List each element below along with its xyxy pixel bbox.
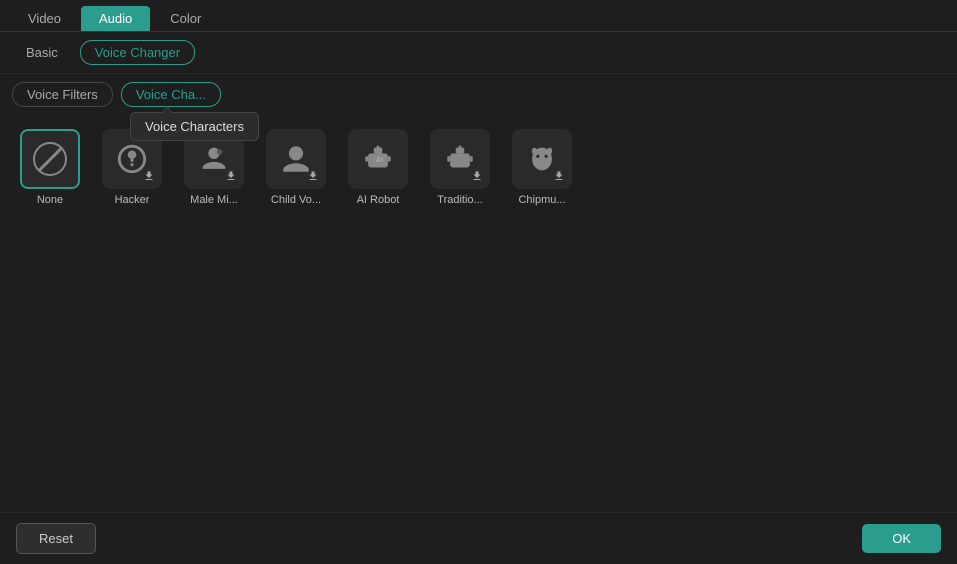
hacker-download-badge — [142, 169, 156, 183]
download-icon — [307, 170, 319, 182]
traditio-download-badge — [470, 169, 484, 183]
char-child-vo[interactable]: Child Vo... — [260, 129, 332, 206]
char-traditio[interactable]: Traditio... — [424, 129, 496, 206]
subtab-basic[interactable]: Basic — [12, 40, 72, 65]
char-traditio-label: Traditio... — [437, 194, 482, 206]
reset-button[interactable]: Reset — [16, 523, 96, 554]
top-tabs: Video Audio Color — [0, 0, 957, 32]
char-ai-robot-label: AI Robot — [357, 194, 400, 206]
char-hacker-icon — [102, 129, 162, 189]
tab-video[interactable]: Video — [10, 6, 79, 31]
download-icon — [553, 170, 565, 182]
filter-tabs-container: Voice Filters Voice Cha... Voice Charact… — [0, 74, 957, 115]
chipmunk-download-badge — [552, 169, 566, 183]
svg-text:AI: AI — [376, 156, 383, 164]
char-hacker-label: Hacker — [115, 194, 150, 206]
tab-color[interactable]: Color — [152, 6, 219, 31]
char-ai-robot[interactable]: AI AI Robot — [342, 129, 414, 206]
char-male-mi-icon — [184, 129, 244, 189]
char-none-label: None — [37, 194, 63, 206]
char-traditio-icon — [430, 129, 490, 189]
char-ai-robot-icon: AI — [348, 129, 408, 189]
filter-voice-characters[interactable]: Voice Cha... — [121, 82, 221, 107]
char-child-vo-icon — [266, 129, 326, 189]
subtab-voice-changer[interactable]: Voice Changer — [80, 40, 195, 65]
char-chipmunk[interactable]: Chipmu... — [506, 129, 578, 206]
ok-button[interactable]: OK — [862, 524, 941, 553]
download-icon — [143, 170, 155, 182]
tab-audio[interactable]: Audio — [81, 6, 150, 31]
filter-voice-filters[interactable]: Voice Filters — [12, 82, 113, 107]
char-male-mi-label: Male Mi... — [190, 194, 238, 206]
bottom-bar: Reset OK — [0, 512, 957, 564]
download-icon — [225, 170, 237, 182]
char-male-mi[interactable]: Male Mi... — [178, 129, 250, 206]
download-icon — [471, 170, 483, 182]
sub-tabs: Basic Voice Changer — [0, 32, 957, 74]
ai-robot-svg: AI — [361, 142, 395, 176]
char-hacker[interactable]: Hacker — [96, 129, 168, 206]
char-chipmunk-icon — [512, 129, 572, 189]
male-mi-download-badge — [224, 169, 238, 183]
child-vo-download-badge — [306, 169, 320, 183]
char-chipmunk-label: Chipmu... — [518, 194, 565, 206]
char-none[interactable]: None — [14, 129, 86, 206]
characters-grid: None Hacker Male Mi... Child Vo... — [0, 115, 957, 220]
char-child-vo-label: Child Vo... — [271, 194, 321, 206]
char-none-icon — [20, 129, 80, 189]
